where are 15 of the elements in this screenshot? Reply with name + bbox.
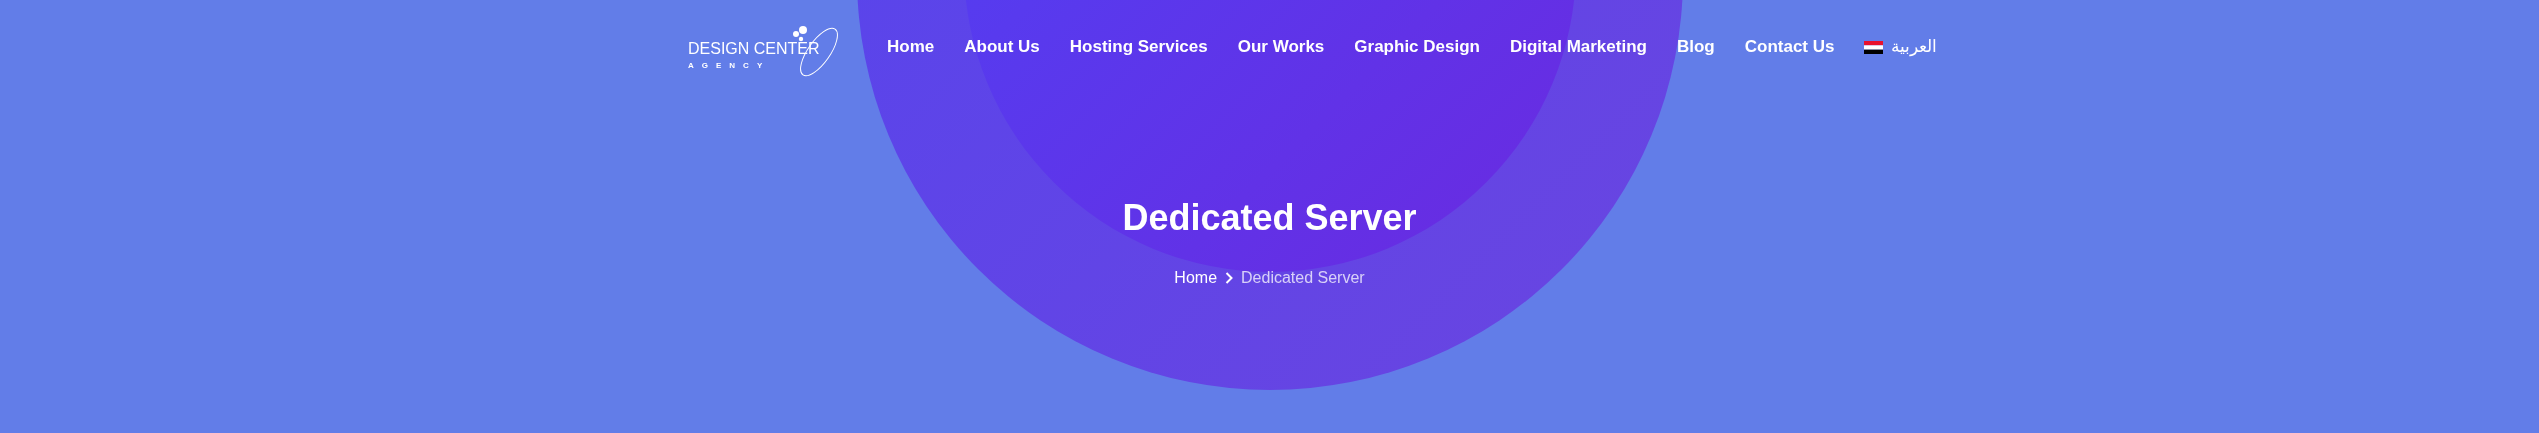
breadcrumb-current: Dedicated Server <box>1241 268 1365 288</box>
chevron-right-icon <box>1225 272 1234 284</box>
page-title: Dedicated Server <box>1122 200 1417 236</box>
nav-link[interactable]: Home <box>887 34 935 60</box>
breadcrumb-link[interactable]: Home <box>1174 266 1218 290</box>
flag-icon <box>1864 40 1884 54</box>
language-link[interactable]: العربية <box>1864 34 1938 60</box>
nav-link[interactable]: Graphic Design <box>1354 34 1480 60</box>
nav-link[interactable]: Contact Us <box>1744 34 1835 60</box>
nav-link[interactable]: Our Works <box>1237 34 1325 60</box>
logo-tagline: AGENCY <box>688 61 772 70</box>
nav-link[interactable]: About Us <box>964 34 1040 60</box>
nav-link[interactable]: Hosting Services <box>1069 34 1208 60</box>
nav-link[interactable]: Digital Marketing <box>1509 34 1647 60</box>
nav-link[interactable]: Blog <box>1676 34 1715 60</box>
